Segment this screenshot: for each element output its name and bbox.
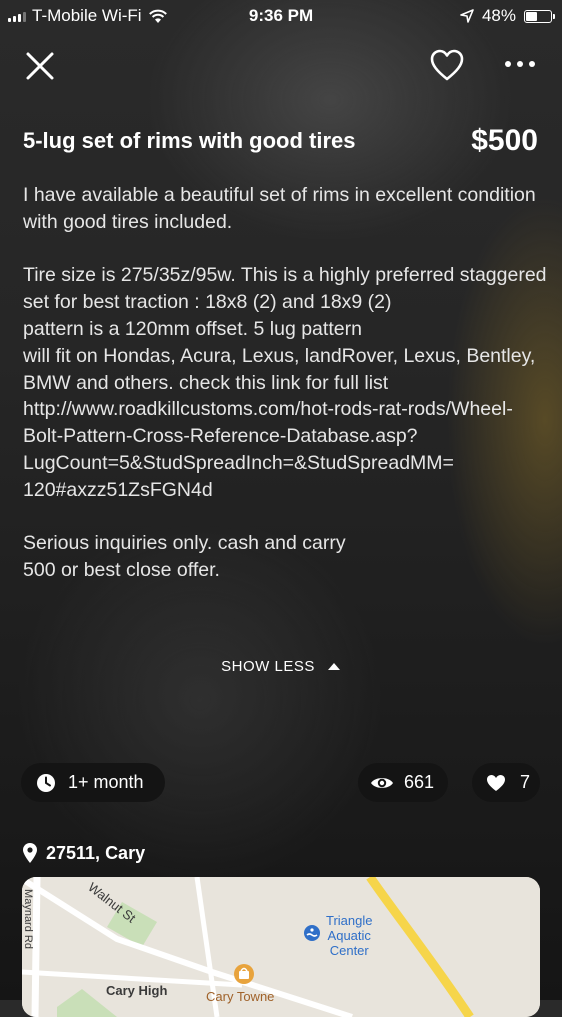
listing-age-pill: 1+ month	[21, 763, 165, 802]
close-button[interactable]	[24, 50, 56, 82]
location-map[interactable]: Walnut St Maynard Rd Triangle Aquatic Ce…	[22, 877, 540, 1017]
aquatic-center-icon	[304, 925, 320, 941]
heart-filled-icon	[487, 774, 505, 791]
map-poi-label: Triangle Aquatic Center	[326, 913, 373, 958]
map-pin-icon	[23, 843, 37, 863]
listing-location: 27511, Cary	[22, 842, 145, 864]
more-options-button[interactable]	[500, 52, 540, 76]
location-arrow-icon	[460, 9, 474, 23]
show-less-label: SHOW LESS	[221, 658, 315, 675]
listing-price: $500	[471, 124, 538, 157]
views-pill: 661	[358, 763, 448, 802]
listing-title: 5-lug set of rims with good tires	[23, 128, 356, 153]
status-right: 48%	[460, 6, 555, 26]
map-poi-label: Cary High	[106, 983, 168, 998]
views-count: 661	[404, 772, 435, 792]
battery-percent: 48%	[481, 6, 516, 25]
show-less-button[interactable]: SHOW LESS	[0, 658, 562, 675]
shopping-icon	[234, 964, 254, 984]
top-nav	[0, 44, 562, 84]
clock-icon	[37, 773, 55, 792]
close-icon	[26, 52, 54, 80]
caret-up-icon	[327, 663, 340, 670]
location-text: 27511, Cary	[46, 842, 146, 863]
heart-outline-icon	[430, 49, 464, 81]
map-poi-label: Cary Towne	[206, 989, 275, 1004]
listing-description: I have available a beautiful set of rims…	[23, 184, 547, 582]
status-bar: T-Mobile Wi-Fi 9:36 PM 48%	[0, 0, 562, 32]
more-dots-icon	[505, 61, 535, 67]
listing-age: 1+ month	[68, 772, 144, 792]
likes-count: 7	[520, 772, 531, 792]
map-street-label: Maynard Rd	[22, 889, 34, 949]
battery-icon	[524, 9, 555, 23]
eye-icon	[371, 777, 393, 788]
favorite-button[interactable]	[429, 48, 465, 82]
likes-pill: 7	[472, 763, 540, 802]
